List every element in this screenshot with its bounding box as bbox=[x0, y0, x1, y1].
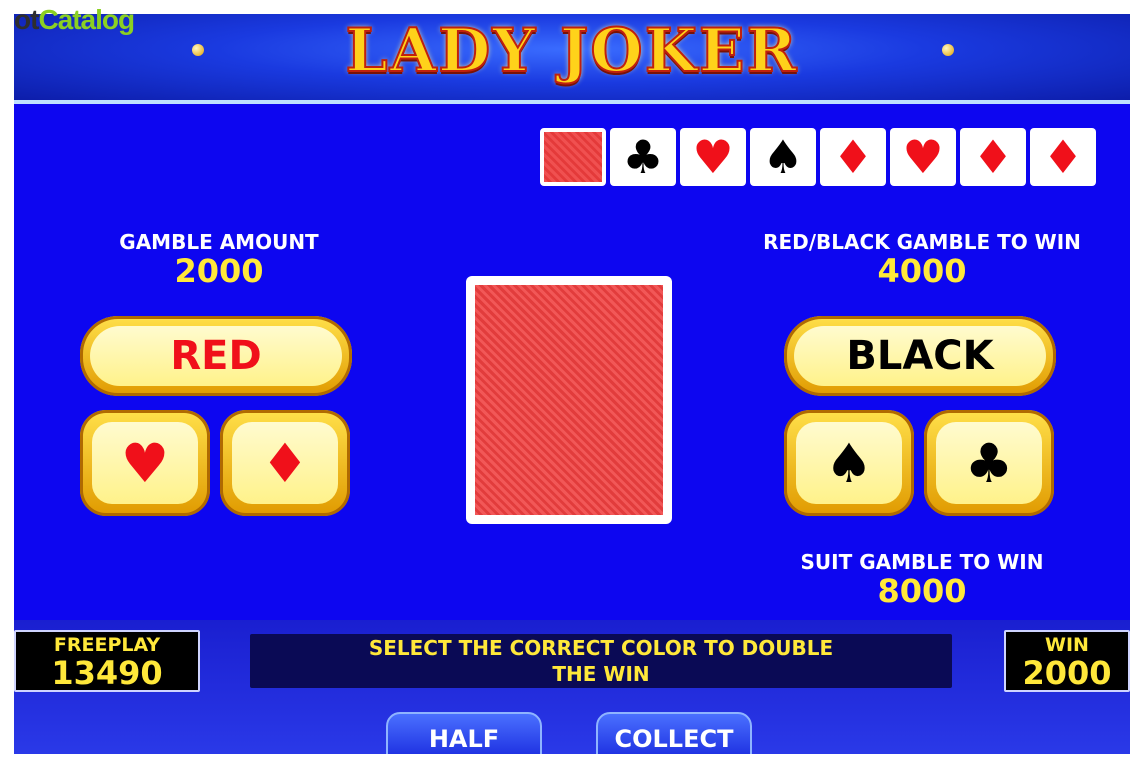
game-header: LADY JOKER bbox=[14, 14, 1130, 102]
win-meter: WIN 2000 bbox=[1004, 630, 1130, 692]
heart-icon: ♥ bbox=[92, 422, 198, 504]
collect-button[interactable]: COLLECT bbox=[596, 712, 752, 754]
card-back-pattern bbox=[475, 285, 663, 515]
win-label: WIN bbox=[1045, 634, 1089, 656]
freeplay-meter: FREEPLAY 13490 bbox=[14, 630, 200, 692]
history-card-diamond-icon: ♦ bbox=[820, 128, 886, 186]
gamble-amount-value: 2000 bbox=[174, 252, 264, 290]
club-button[interactable]: ♣ bbox=[924, 410, 1054, 516]
color-gamble-win-value: 4000 bbox=[877, 252, 967, 290]
status-message-line1: SELECT THE CORRECT COLOR TO DOUBLE bbox=[368, 636, 834, 660]
freeplay-label: FREEPLAY bbox=[53, 634, 161, 656]
history-card-heart-icon: ♥ bbox=[680, 128, 746, 186]
watermark-prefix: ot bbox=[14, 4, 39, 35]
red-button-label: RED bbox=[90, 326, 342, 386]
history-card-diamond-icon: ♦ bbox=[960, 128, 1026, 186]
history-card-spade-icon: ♠ bbox=[750, 128, 816, 186]
red-button[interactable]: RED bbox=[80, 316, 352, 396]
color-gamble-win-label: RED/BLACK GAMBLE TO WIN bbox=[763, 230, 1081, 254]
heart-button[interactable]: ♥ bbox=[80, 410, 210, 516]
diamond-button[interactable]: ♦ bbox=[220, 410, 350, 516]
spade-button[interactable]: ♠ bbox=[784, 410, 914, 516]
suit-gamble-win-value: 8000 bbox=[877, 572, 967, 610]
club-icon: ♣ bbox=[936, 422, 1042, 504]
gamble-amount-label: GAMBLE AMOUNT bbox=[119, 230, 319, 254]
game-frame: LADY JOKER ♣ ♥ ♠ ♦ ♥ ♦ ♦ GAMBLE AMOUNT 2000 RE… bbox=[14, 14, 1130, 754]
freeplay-value: 13490 bbox=[51, 654, 163, 692]
history-card-heart-icon: ♥ bbox=[890, 128, 956, 186]
face-down-card bbox=[466, 276, 672, 524]
watermark: otCatalog bbox=[14, 4, 135, 36]
history-card-club-icon: ♣ bbox=[610, 128, 676, 186]
half-button[interactable]: HALF bbox=[386, 712, 542, 754]
spade-icon: ♠ bbox=[796, 422, 902, 504]
gamble-table: ♣ ♥ ♠ ♦ ♥ ♦ ♦ GAMBLE AMOUNT 2000 RED/BLACK GAM… bbox=[14, 100, 1130, 624]
watermark-brand: Catalog bbox=[38, 4, 135, 35]
title-ornament-right bbox=[942, 44, 954, 56]
status-message-line2: THE WIN bbox=[552, 662, 650, 686]
history-card-back bbox=[540, 128, 606, 186]
suit-gamble-win-label: SUIT GAMBLE TO WIN bbox=[800, 550, 1044, 574]
game-title: LADY JOKER bbox=[345, 15, 799, 87]
win-value: 2000 bbox=[1022, 654, 1112, 692]
black-button[interactable]: BLACK bbox=[784, 316, 1056, 396]
bottom-bar: FREEPLAY 13490 SELECT THE CORRECT COLOR … bbox=[14, 620, 1130, 754]
card-history: ♣ ♥ ♠ ♦ ♥ ♦ ♦ bbox=[540, 128, 1096, 186]
status-message: SELECT THE CORRECT COLOR TO DOUBLE THE W… bbox=[250, 634, 952, 688]
history-card-diamond-icon: ♦ bbox=[1030, 128, 1096, 186]
diamond-icon: ♦ bbox=[232, 422, 338, 504]
black-button-label: BLACK bbox=[794, 326, 1046, 386]
